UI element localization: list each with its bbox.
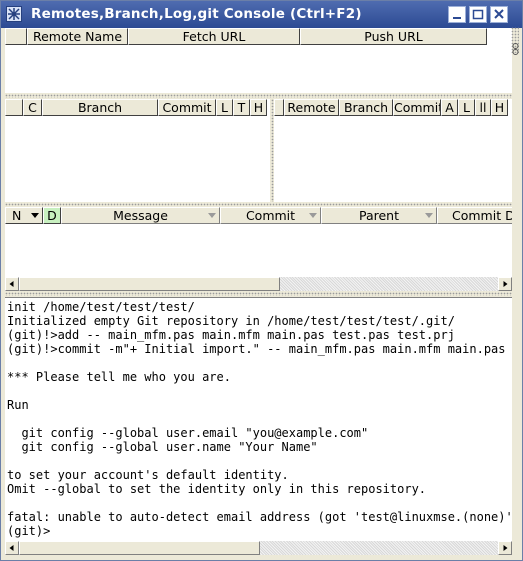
scroll-right-icon[interactable] [498,541,512,555]
chevron-down-icon [309,213,317,218]
rbranch-col-commit[interactable]: Commit [393,99,441,116]
branch-col-indicator[interactable] [5,99,23,116]
console-scroll-track[interactable] [260,541,498,555]
log-scroll-thumb[interactable] [19,277,280,291]
rbranch-col-branch[interactable]: Branch [339,99,393,116]
log-scroll-track[interactable] [280,277,498,291]
console-text: init /home/test/test/test/ Initialized e… [5,298,512,538]
remote-branches-grid[interactable]: Remote Branch Commit A L ll H [274,99,512,202]
sort-arrow-icon [31,213,39,218]
rbranch-col-indicator[interactable] [274,99,284,116]
log-col-d[interactable]: D [43,207,61,224]
console-hscrollbar[interactable] [5,541,512,555]
log-col-message-label: Message [113,208,168,223]
rbranch-col-h[interactable]: H [491,99,508,116]
remotes-col-remote-name[interactable]: Remote Name [27,28,128,45]
app-icon[interactable] [6,6,22,22]
log-hscrollbar[interactable] [5,277,512,291]
rbranch-col-a[interactable]: A [441,99,458,116]
branch-col-t[interactable]: T [233,99,250,116]
console-line: Initialized empty Git repository in /hom… [7,314,455,328]
scroll-left-icon[interactable] [5,541,19,555]
console-line: to set your account's default identity. [7,468,289,482]
log-grid[interactable]: N D Message Commit Parent Commit D [5,207,512,277]
splitter-handle-icon[interactable] [512,43,519,55]
log-col-commit[interactable]: Commit [220,207,321,224]
console-line: Omit --global to set the identity only i… [7,482,427,496]
rbranch-col-l[interactable]: L [458,99,475,116]
console-line: (git)> [7,524,51,538]
console-line: init /home/test/test/test/ [7,300,195,314]
log-col-message[interactable]: Message [61,207,220,224]
window-title: Remotes,Branch,Log,git Console (Ctrl+F2) [31,6,362,22]
console-line: *** Please tell me who you are. [7,370,231,384]
branch-col-branch[interactable]: Branch [42,99,158,116]
chevron-down-icon [425,213,433,218]
console-line: fatal: unable to auto-detect email addre… [7,510,512,524]
rbranch-col-ll[interactable]: ll [475,99,491,116]
log-col-commit-date[interactable]: Commit D [437,207,512,224]
scroll-right-icon[interactable] [498,277,512,291]
console-line: Run [7,398,29,412]
log-col-number[interactable]: N [5,207,43,224]
log-col-number-label: N [12,208,22,223]
maximize-icon[interactable] [469,6,487,23]
console-line: git config --global user.email "you@exam… [7,426,369,440]
branch-col-h[interactable]: H [250,99,267,116]
log-col-commit-label: Commit [245,208,296,223]
close-icon[interactable] [490,6,508,23]
console-line: git config --global user.name "Your Name… [7,440,318,454]
local-branches-grid[interactable]: C Branch Commit L T H [5,99,270,202]
remotes-col-push-url[interactable]: Push URL [300,28,487,45]
remotes-col-indicator[interactable] [5,28,27,45]
rbranch-col-remote[interactable]: Remote [284,99,339,116]
console-scroll-thumb[interactable] [19,541,260,555]
remotes-col-fetch-url[interactable]: Fetch URL [128,28,300,45]
title-bar[interactable]: Remotes,Branch,Log,git Console (Ctrl+F2) [1,1,522,28]
console-line: (git)!>commit -m"+ Initial import." -- m… [7,342,512,356]
chevron-down-icon [208,213,216,218]
branch-col-current[interactable]: C [23,99,42,116]
minimize-icon[interactable] [448,6,466,23]
console-line: (git)!>add -- main_mfm.pas main.mfm main… [7,328,455,342]
main-window: Remotes,Branch,Log,git Console (Ctrl+F2)… [0,0,523,561]
scroll-left-icon[interactable] [5,277,19,291]
branch-col-commit[interactable]: Commit [158,99,216,116]
log-col-parent[interactable]: Parent [321,207,437,224]
branch-col-l[interactable]: L [216,99,233,116]
log-col-parent-label: Parent [358,208,399,223]
git-console-output[interactable]: init /home/test/test/test/ Initialized e… [5,297,512,541]
remotes-grid[interactable]: Remote Name Fetch URL Push URL [5,28,512,93]
